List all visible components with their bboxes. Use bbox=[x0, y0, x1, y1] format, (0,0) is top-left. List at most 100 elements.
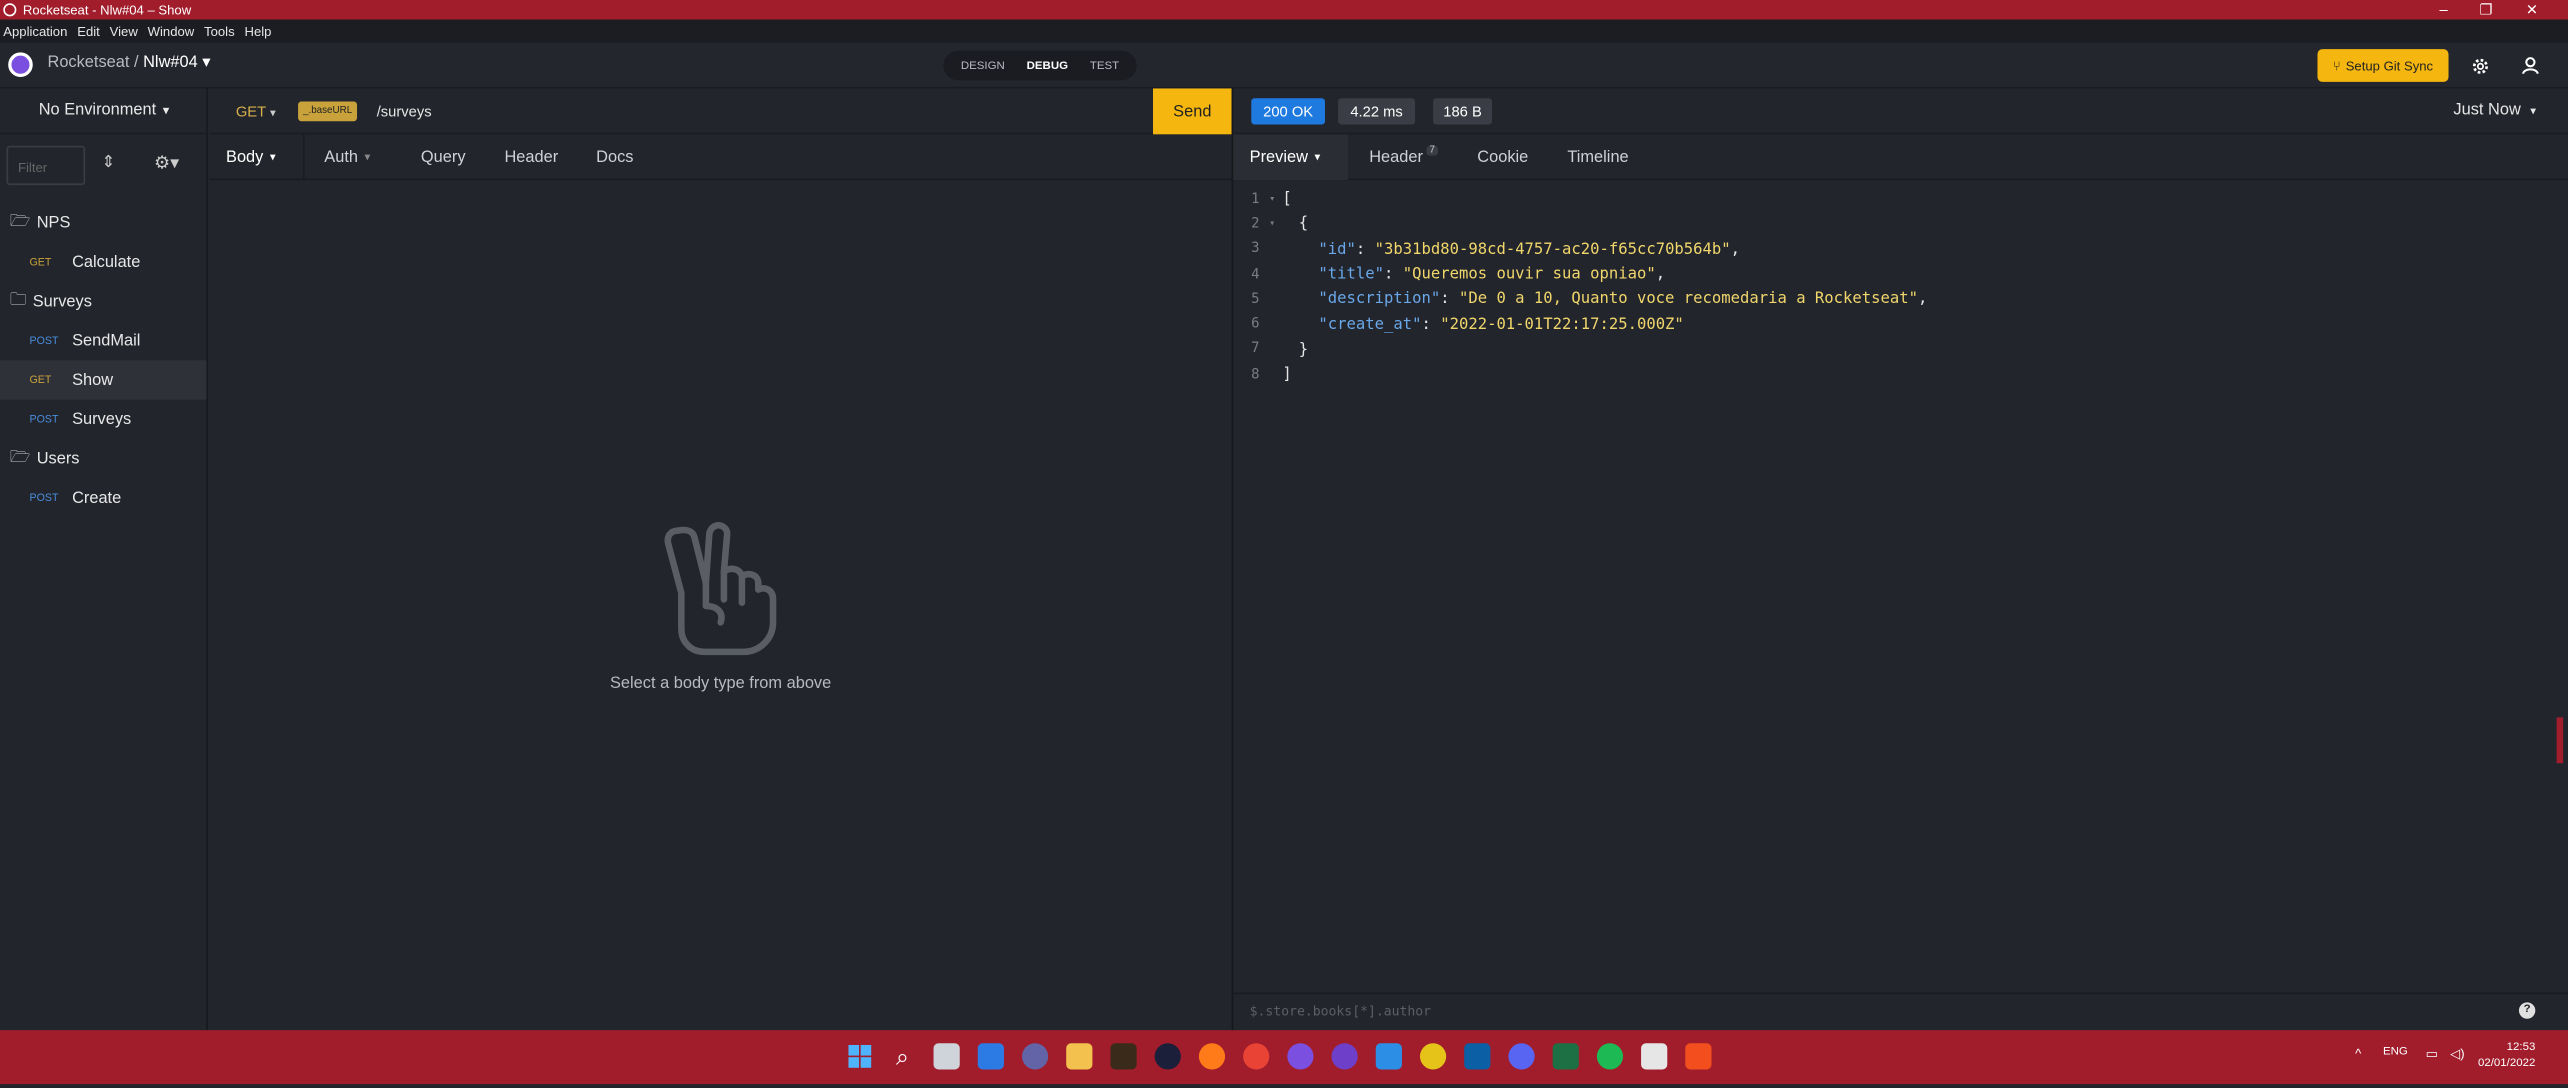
menu-help[interactable]: Help bbox=[244, 24, 271, 39]
request-show[interactable]: GET Show bbox=[0, 360, 207, 400]
teams-chat-icon[interactable] bbox=[1021, 1043, 1049, 1070]
scrollbar[interactable] bbox=[2556, 717, 2564, 764]
windows-start-icon[interactable] bbox=[847, 1043, 873, 1069]
create-menu-icon[interactable]: ⚙▾ bbox=[154, 152, 179, 174]
menu-window[interactable]: Window bbox=[148, 24, 195, 39]
response-tabs: Preview ▾ Header 7 Cookie Timeline bbox=[1233, 134, 2568, 181]
folder-users[interactable]: 🗁 Users bbox=[0, 439, 206, 478]
tab-timeline[interactable]: Timeline bbox=[1567, 134, 1628, 180]
app-header: Rocketseat / Nlw#04 ▾ DESIGN DEBUG TEST … bbox=[0, 42, 2568, 89]
search-icon[interactable]: ⌕ bbox=[889, 1042, 915, 1069]
language-indicator[interactable]: ENG bbox=[2383, 1047, 2408, 1058]
url-bar: GET ▾ _.baseURL /surveys Send bbox=[209, 88, 1232, 135]
request-calculate[interactable]: GET Calculate bbox=[0, 242, 206, 281]
close-button[interactable]: ✕ bbox=[2509, 0, 2555, 20]
header-count-badge: 7 bbox=[1426, 145, 1439, 156]
tab-auth[interactable]: Auth ▾ bbox=[324, 134, 370, 180]
environment-selector[interactable]: No Environment ▾ bbox=[0, 88, 209, 135]
tab-docs[interactable]: Docs bbox=[596, 134, 633, 180]
menu-view[interactable]: View bbox=[110, 24, 138, 39]
tab-header[interactable]: Header bbox=[504, 134, 558, 180]
restore-button[interactable]: ❐ bbox=[2463, 0, 2509, 20]
menu-application[interactable]: Application bbox=[3, 24, 67, 39]
volume-icon[interactable]: ◁) bbox=[2450, 1047, 2464, 1062]
menu-edit[interactable]: Edit bbox=[77, 24, 100, 39]
response-history-dropdown[interactable]: Just Now ▾ bbox=[2453, 102, 2536, 120]
tab-label: Auth bbox=[324, 148, 358, 167]
file-explorer-icon[interactable] bbox=[1066, 1043, 1093, 1070]
help-icon[interactable]: ? bbox=[2518, 1002, 2536, 1019]
menu-tools[interactable]: Tools bbox=[204, 24, 235, 39]
discord-icon[interactable] bbox=[1508, 1043, 1535, 1070]
insomnia-logo-icon[interactable] bbox=[8, 52, 33, 77]
app-icon[interactable] bbox=[1419, 1043, 1447, 1070]
tab-query[interactable]: Query bbox=[421, 134, 466, 180]
figma-icon[interactable] bbox=[1685, 1043, 1712, 1070]
request-label: Calculate bbox=[72, 253, 141, 272]
network-icon[interactable]: ▭ bbox=[2426, 1047, 2438, 1062]
tab-cookie[interactable]: Cookie bbox=[1477, 134, 1528, 180]
json-key: "title" bbox=[1318, 265, 1385, 284]
mode-test[interactable]: TEST bbox=[1090, 60, 1119, 71]
vscode-icon[interactable] bbox=[1375, 1043, 1402, 1070]
excel-icon[interactable] bbox=[1552, 1043, 1579, 1070]
request-create[interactable]: POST Create bbox=[0, 478, 206, 517]
account-icon[interactable] bbox=[2516, 51, 2545, 80]
workspace-name[interactable]: Rocketseat bbox=[47, 54, 129, 72]
git-sync-label: Setup Git Sync bbox=[2345, 58, 2434, 73]
insomnia-icon[interactable] bbox=[1287, 1043, 1314, 1070]
filter-input[interactable]: Filter bbox=[6, 145, 86, 186]
mode-debug[interactable]: DEBUG bbox=[1027, 60, 1068, 71]
json-value: "De 0 a 10, Quanto voce recomedaria a Ro… bbox=[1458, 290, 1918, 309]
tab-response-header[interactable]: Header 7 bbox=[1369, 134, 1439, 180]
breadcrumb[interactable]: Rocketseat / Nlw#04 ▾ bbox=[47, 54, 210, 72]
folder-surveys[interactable]: 🗀 Surveys bbox=[0, 282, 206, 321]
json-brace: } bbox=[1298, 340, 1309, 359]
sort-icon[interactable]: ⇕ bbox=[102, 154, 116, 172]
line-number: 4 bbox=[1251, 266, 1260, 283]
line-number: 7 bbox=[1251, 341, 1260, 358]
window-title-bar: Rocketseat - Nlw#04 – Show – ❐ ✕ bbox=[0, 0, 2568, 20]
mode-design[interactable]: DESIGN bbox=[961, 60, 1005, 71]
tab-label: Header bbox=[1369, 148, 1423, 167]
json-bracket: [ bbox=[1282, 190, 1292, 209]
menu-bar: Application Edit View Window Tools Help bbox=[0, 19, 2568, 43]
request-sendmail[interactable]: POST SendMail bbox=[0, 321, 206, 360]
clock-time: 12:53 bbox=[2506, 1041, 2536, 1054]
response-filter-input[interactable]: $.store.books[*].author bbox=[1233, 992, 2568, 1031]
app-icon[interactable] bbox=[1154, 1043, 1181, 1070]
project-name[interactable]: Nlw#04 bbox=[143, 54, 198, 72]
line-number: 5 bbox=[1251, 291, 1260, 308]
spotify-icon[interactable] bbox=[1596, 1043, 1624, 1070]
method-selector[interactable]: GET ▾ bbox=[236, 103, 276, 119]
status-badge: 200 OK bbox=[1251, 98, 1325, 125]
firefox-icon[interactable] bbox=[1198, 1043, 1226, 1070]
code-line: 1 ▾ [ bbox=[1233, 187, 2568, 212]
github-icon[interactable] bbox=[1331, 1043, 1358, 1070]
tray-caret-icon[interactable]: ^ bbox=[2355, 1047, 2361, 1062]
minimize-button[interactable]: – bbox=[2421, 0, 2467, 20]
app-icon[interactable] bbox=[1641, 1043, 1668, 1070]
settings-gear-icon[interactable] bbox=[2465, 51, 2494, 80]
app-icon[interactable] bbox=[1110, 1043, 1137, 1070]
request-surveys[interactable]: POST Surveys bbox=[0, 400, 206, 439]
response-body-viewer[interactable]: 1 ▾ [ 2 ▾ { 3 "id" : "3b31bd80-98cd-4757… bbox=[1233, 187, 2568, 387]
tab-body[interactable]: Body ▾ bbox=[226, 134, 276, 180]
folder-nps[interactable]: 🗁 NPS bbox=[0, 203, 206, 242]
tab-preview[interactable]: Preview ▾ bbox=[1233, 134, 1348, 181]
terminal-icon[interactable] bbox=[1464, 1043, 1491, 1070]
fold-icon[interactable]: ▾ bbox=[1269, 193, 1282, 204]
widgets-icon[interactable] bbox=[977, 1043, 1004, 1070]
env-variable-tag[interactable]: _.baseURL bbox=[298, 101, 358, 122]
setup-git-sync-button[interactable]: ⑂ Setup Git Sync bbox=[2317, 49, 2449, 82]
chevron-down-icon[interactable]: ▾ bbox=[202, 54, 210, 72]
send-button[interactable]: Send bbox=[1153, 88, 1232, 135]
url-path[interactable]: /surveys bbox=[377, 103, 432, 119]
task-view-icon[interactable] bbox=[933, 1043, 960, 1070]
fold-icon[interactable]: ▾ bbox=[1269, 219, 1282, 230]
method-badge: POST bbox=[29, 492, 59, 504]
time-badge: 4.22 ms bbox=[1338, 98, 1416, 125]
chrome-icon[interactable] bbox=[1243, 1043, 1270, 1070]
system-clock[interactable]: 12:53 02/01/2022 bbox=[2478, 1040, 2535, 1073]
chevron-down-icon: ▾ bbox=[162, 103, 170, 118]
